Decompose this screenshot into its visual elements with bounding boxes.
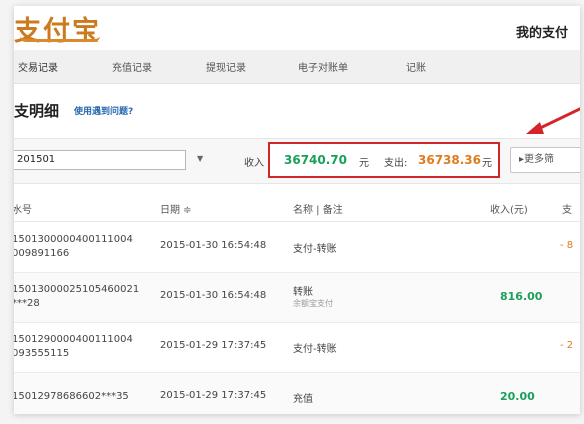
alipay-page: 支付宝 我的支付 交易记录 充值记录 提现记录 电子对账单 记账 支明细 使用遇… — [14, 6, 580, 414]
filter-bar: 201501 ▼ 收入 36740.70 元 支出: 36738.36 元 ▸更… — [14, 138, 580, 184]
column-income: 收入(元) — [490, 205, 528, 216]
row-name: 支付-转账 — [293, 344, 337, 355]
tab-bar: 交易记录 充值记录 提现记录 电子对账单 记账 — [14, 50, 580, 84]
help-link[interactable]: 使用遇到问题? — [74, 104, 133, 117]
column-serial: 水号 — [14, 205, 32, 216]
row-date: 2015-01-30 16:54:48 — [160, 290, 267, 301]
red-arrow-annotation — [526, 107, 580, 134]
row-expense: - 8 — [560, 240, 574, 251]
logo-swoosh — [20, 36, 100, 42]
row-date: 2015-01-30 16:54:48 — [160, 240, 267, 251]
expense-unit: 元 — [482, 158, 492, 169]
row-name: 支付-转账 — [293, 244, 337, 255]
tab-e-statement[interactable]: 电子对账单 — [298, 59, 348, 74]
table-row[interactable]: 15013000025105460021 ***28 2015-01-30 16… — [14, 273, 580, 323]
row-date: 2015-01-29 17:37:45 — [160, 340, 267, 351]
expense-label: 支出: — [384, 158, 408, 169]
income-unit: 元 — [359, 158, 369, 169]
logo[interactable]: 支付宝 — [14, 9, 101, 48]
row-income: 816.00 — [500, 290, 543, 303]
row-income: 20.00 — [500, 390, 535, 403]
row-expense: - 2 — [560, 340, 574, 351]
page-title: 支明细 — [14, 102, 60, 120]
summary-highlight-box: 36740.70 元 支出: 36738.36 元 — [268, 142, 500, 178]
serial-number: 1501290000400111004 — [14, 334, 133, 345]
table-row[interactable]: 1501300000400111004 009891166 2015-01-30… — [14, 223, 580, 273]
row-note: 余额宝支付 — [293, 299, 333, 308]
table-row[interactable]: 1501290000400111004 093555115 2015-01-29… — [14, 323, 580, 373]
serial-number-cont: 093555115 — [14, 348, 70, 359]
row-name: 充值 — [293, 394, 313, 405]
expense-total: 36738.36 — [418, 153, 482, 167]
tab-withdraw[interactable]: 提现记录 — [206, 59, 246, 74]
row-name: 转账 — [293, 287, 313, 298]
table-header: 水号 日期 ≑ 名称 | 备注 收入(元) 支 — [14, 192, 580, 222]
serial-number: 15013000025105460021 — [14, 284, 140, 295]
chevron-down-icon[interactable]: ▼ — [197, 154, 203, 163]
column-name: 名称 | 备注 — [293, 205, 343, 216]
serial-number-cont: 009891166 — [14, 248, 70, 259]
column-expense: 支 — [562, 205, 572, 216]
tab-recharge[interactable]: 充值记录 — [112, 59, 152, 74]
serial-number: 15012978686602***35 — [14, 391, 129, 402]
serial-number: 1501300000400111004 — [14, 234, 133, 245]
tab-bookkeeping[interactable]: 记账 — [406, 59, 426, 74]
user-title[interactable]: 我的支付 — [516, 22, 568, 41]
more-filters-button[interactable]: ▸更多筛 — [510, 147, 580, 173]
serial-number-cont: ***28 — [14, 298, 40, 309]
table-row[interactable]: 15012978686602***35 2015-01-29 17:37:45 … — [14, 373, 580, 414]
date-input[interactable]: 201501 — [14, 150, 186, 170]
row-date: 2015-01-29 17:37:45 — [160, 390, 267, 401]
column-date[interactable]: 日期 ≑ — [160, 201, 192, 216]
income-label: 收入 — [244, 158, 264, 169]
income-total: 36740.70 — [284, 153, 348, 167]
tab-transactions[interactable]: 交易记录 — [18, 59, 58, 74]
header: 支付宝 我的支付 — [14, 6, 580, 50]
